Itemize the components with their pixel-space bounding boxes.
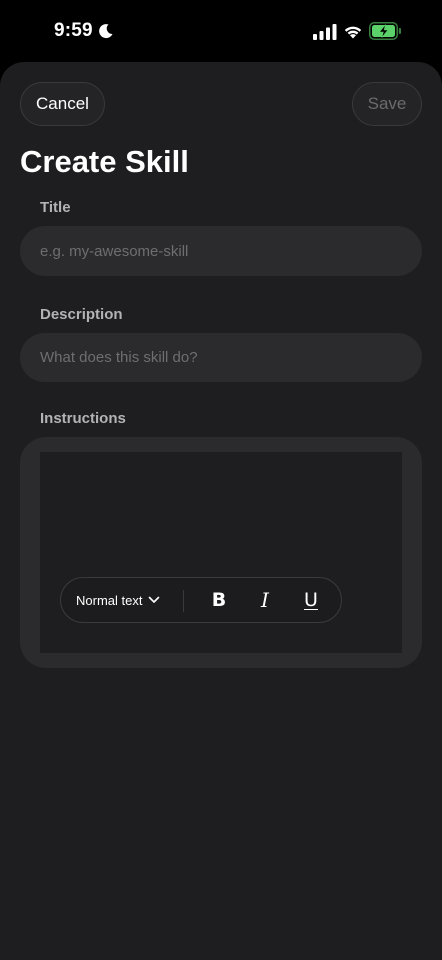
save-button[interactable]: Save bbox=[352, 82, 422, 126]
signal-icon bbox=[313, 24, 337, 40]
text-style-dropdown[interactable]: Normal text bbox=[76, 578, 160, 622]
description-label: Description bbox=[40, 306, 123, 323]
status-bar: 9:59 bbox=[0, 0, 442, 62]
title-input[interactable] bbox=[20, 226, 422, 276]
cancel-button[interactable]: Cancel bbox=[20, 82, 105, 126]
instructions-card: Normal text B I U bbox=[20, 437, 422, 668]
toolbar-divider bbox=[183, 590, 184, 612]
bold-button[interactable]: B bbox=[205, 578, 233, 622]
format-toolbar: Normal text B I U bbox=[60, 577, 342, 623]
instructions-label: Instructions bbox=[40, 410, 126, 427]
italic-button[interactable]: I bbox=[251, 578, 279, 622]
wifi-icon bbox=[344, 26, 362, 39]
underline-button[interactable]: U bbox=[297, 578, 325, 622]
text-style-label: Normal text bbox=[76, 592, 143, 608]
battery-charging-icon bbox=[369, 22, 401, 40]
description-input[interactable] bbox=[20, 333, 422, 382]
chevron-down-icon bbox=[149, 596, 160, 603]
page-title: Create Skill bbox=[20, 144, 189, 179]
create-skill-sheet: Cancel Save Create Skill Title Descripti… bbox=[0, 62, 442, 960]
moon-icon bbox=[99, 24, 113, 39]
title-label: Title bbox=[40, 199, 71, 216]
status-time: 9:59 bbox=[54, 20, 93, 41]
